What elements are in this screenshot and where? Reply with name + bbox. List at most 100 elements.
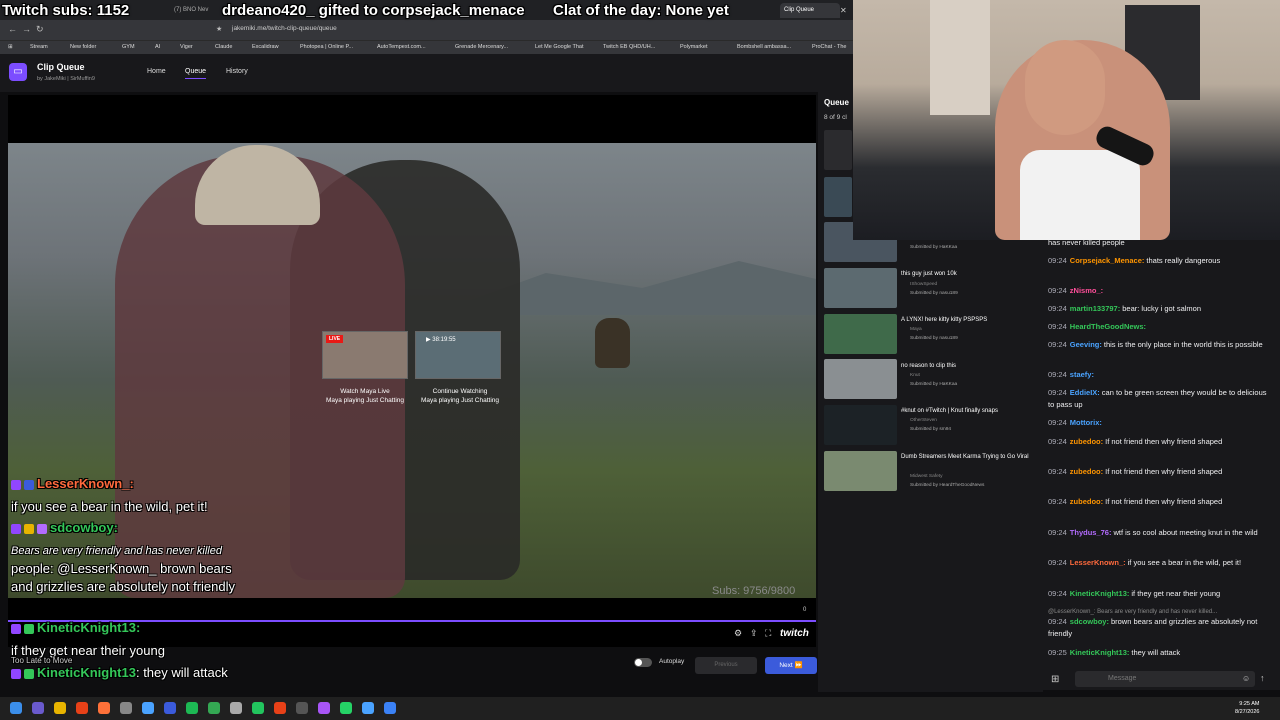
taskbar-app-icon[interactable] xyxy=(274,702,286,714)
taskbar-app-icon[interactable] xyxy=(362,702,374,714)
taskbar-app-icon[interactable] xyxy=(142,702,154,714)
taskbar-app-icon[interactable] xyxy=(120,702,132,714)
queue-item-thumb[interactable] xyxy=(824,405,897,445)
chat-timestamp: 09:24 xyxy=(1048,256,1067,265)
taskbar-app-icon[interactable] xyxy=(164,702,176,714)
taskbar-app-icon[interactable] xyxy=(252,702,264,714)
watch-live-card[interactable]: LIVE xyxy=(322,331,408,379)
chat-username[interactable]: KineticKnight13: xyxy=(1070,648,1130,657)
watch-live-label[interactable]: Watch Maya Live Maya playing Just Chattin… xyxy=(315,387,415,405)
autoplay-toggle[interactable] xyxy=(634,658,652,667)
bookmark-star-icon[interactable]: ★ xyxy=(216,25,222,33)
close-tab-icon[interactable]: ✕ xyxy=(836,2,851,17)
twitch-badge-icon xyxy=(11,668,21,679)
brave-icon[interactable] xyxy=(76,702,88,714)
queue-item-title[interactable]: this guy just won 10k xyxy=(901,270,1036,278)
nav-queue[interactable]: Queue xyxy=(185,68,207,79)
bookmark-item[interactable]: ProChat - The xyxy=(812,44,846,50)
bookmark-item[interactable]: Excalidraw xyxy=(252,44,279,50)
chat-username[interactable]: KineticKnight13: xyxy=(1070,589,1130,598)
url-field[interactable]: jakemiki.me/twitch-clip-queue/queue xyxy=(232,25,337,32)
reload-icon[interactable]: ↻ xyxy=(36,24,44,35)
taskbar-app-icon[interactable] xyxy=(296,702,308,714)
chat-username[interactable]: zubedoo: xyxy=(1070,437,1103,446)
folder-icon[interactable] xyxy=(54,702,66,714)
queue-item-thumb[interactable] xyxy=(824,359,897,399)
share-icon[interactable]: ⇪ xyxy=(750,628,758,639)
system-clock[interactable]: 9:25 AM 8/27/2026 xyxy=(1235,700,1259,716)
chat-username[interactable]: martin133797: xyxy=(1070,304,1120,313)
chat-text: If not friend then why friend shaped xyxy=(1105,437,1223,446)
queue-item-submitted: Submitted by nasu189 xyxy=(910,291,958,296)
whatsapp-icon[interactable] xyxy=(340,702,352,714)
chat-username[interactable]: Geeving: xyxy=(1070,340,1102,349)
taskbar-app-icon[interactable] xyxy=(230,702,242,714)
spotify-icon[interactable] xyxy=(186,702,198,714)
bookmark-item[interactable]: Claude xyxy=(215,44,232,50)
continue-watching-label[interactable]: Continue Watching Maya playing Just Chatt… xyxy=(410,387,510,405)
start-icon[interactable] xyxy=(10,702,22,714)
bookmark-item[interactable]: Grenade Mercenary... xyxy=(455,44,508,50)
continue-watching-card[interactable]: ▶ 38:19:55 xyxy=(415,331,501,379)
bookmark-item[interactable]: GYM xyxy=(122,44,135,50)
previous-button[interactable]: Previous xyxy=(695,657,757,674)
bookmarks-bar: ⊞ Stream New folder GYM AI Viger Claude … xyxy=(0,40,853,54)
fullscreen-icon[interactable]: ⛶ xyxy=(765,628,771,639)
next-button[interactable]: Next ⏩ xyxy=(765,657,817,674)
chat-username[interactable]: staefy: xyxy=(1070,370,1094,379)
queue-item-title[interactable]: #knut on #Twitch | Knut finally snaps xyxy=(901,407,1036,415)
queue-item-channel: Midwest Safety xyxy=(910,474,943,479)
chat-text: this is the only place in the world this… xyxy=(1103,340,1263,349)
bookmark-item[interactable]: Twitch EB QHD/UH... xyxy=(603,44,655,50)
bookmark-item[interactable]: Polymarket xyxy=(680,44,708,50)
queue-item-submitted: Submitted by HaKKaa xyxy=(910,382,958,387)
nav-history[interactable]: History xyxy=(226,68,248,75)
bookmark-item[interactable]: Photopea | Online P... xyxy=(300,44,353,50)
queue-item-thumb[interactable] xyxy=(824,268,897,308)
taskbar-app-icon[interactable] xyxy=(32,702,44,714)
chat-text: If not friend then why friend shaped xyxy=(1105,467,1223,476)
bookmark-item[interactable]: Viger xyxy=(180,44,193,50)
firefox-icon[interactable] xyxy=(98,702,110,714)
tab-clip-queue[interactable]: Clip Queue xyxy=(780,3,840,18)
chat-username[interactable]: LesserKnown_: xyxy=(1070,558,1126,567)
queue-item-thumb[interactable] xyxy=(824,451,897,491)
chat-username[interactable]: Corpsejack_Menace: xyxy=(1070,256,1145,265)
chat-input[interactable] xyxy=(1075,671,1255,687)
queue-item-title[interactable]: A LYNX! here kitty kitty PSPSPS xyxy=(901,316,1036,324)
bookmark-item[interactable]: Stream xyxy=(30,44,48,50)
apps-grid-icon[interactable]: ⊞ xyxy=(8,44,13,50)
chat-username[interactable]: zNismo_: xyxy=(1070,286,1103,295)
chat-grid-icon[interactable]: ⊞ xyxy=(1051,674,1059,685)
send-arrow-icon[interactable]: ↑ xyxy=(1260,673,1265,683)
chat-username[interactable]: zubedoo: xyxy=(1070,497,1103,506)
taskbar-app-icon[interactable] xyxy=(384,702,396,714)
nav-home[interactable]: Home xyxy=(147,68,166,75)
emote-icon[interactable]: ☺ xyxy=(1242,674,1250,683)
chat-timestamp: 09:24 xyxy=(1048,558,1067,567)
bookmark-item[interactable]: AI xyxy=(155,44,160,50)
queue-item-title[interactable]: no reason to clip this xyxy=(901,362,1036,370)
chat-username[interactable]: EddieIX: xyxy=(1070,388,1100,397)
webcam-poster xyxy=(930,0,990,115)
bookmark-item[interactable]: Let Me Google That xyxy=(535,44,584,50)
queue-item-thumb[interactable] xyxy=(824,314,897,354)
chat-username[interactable]: sdcowboy: xyxy=(1070,617,1109,626)
bookmark-item[interactable]: New folder xyxy=(70,44,96,50)
twitch-logo[interactable]: twitch xyxy=(780,628,809,639)
chrome-icon[interactable] xyxy=(208,702,220,714)
settings-gear-icon[interactable]: ⚙ xyxy=(734,628,742,639)
chat-username[interactable]: Thydus_76: xyxy=(1070,528,1112,537)
queue-thumb[interactable] xyxy=(824,130,852,170)
taskbar-app-icon[interactable] xyxy=(318,702,330,714)
forward-icon[interactable]: → xyxy=(22,24,31,34)
chat-username[interactable]: Mottorix: xyxy=(1070,418,1102,427)
chat-text: If not friend then why friend shaped xyxy=(1105,497,1223,506)
chat-username[interactable]: HeardTheGoodNews: xyxy=(1070,322,1146,331)
queue-thumb[interactable] xyxy=(824,177,852,217)
queue-item-title[interactable]: Dumb Streamers Meet Karma Trying to Go V… xyxy=(901,453,1036,461)
chat-username[interactable]: zubedoo: xyxy=(1070,467,1103,476)
bookmark-item[interactable]: AutoTempest.com... xyxy=(377,44,426,50)
bookmark-item[interactable]: Bombshell ambassa... xyxy=(737,44,791,50)
back-icon[interactable]: ← xyxy=(8,24,17,34)
